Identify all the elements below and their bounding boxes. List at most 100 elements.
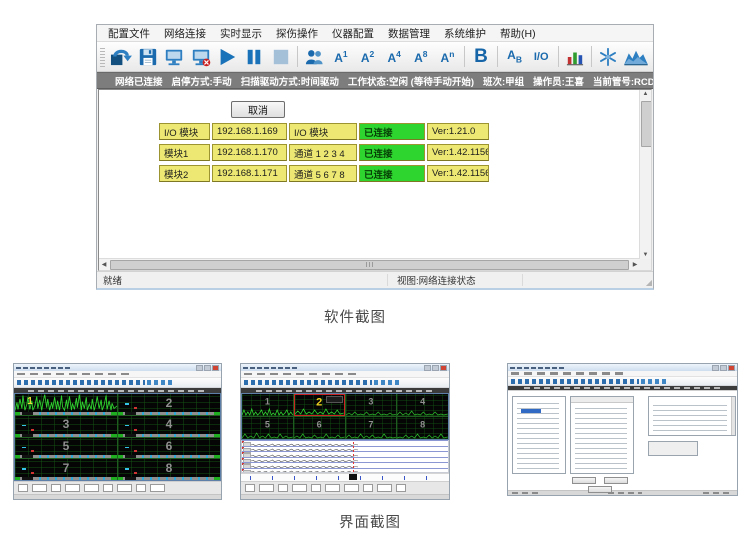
open-button[interactable]: [109, 44, 134, 69]
bscan-button[interactable]: B: [469, 44, 494, 69]
bar-chart-button[interactable]: [562, 44, 587, 69]
cancel-button[interactable]: 取消: [231, 101, 285, 118]
interface-thumbnail-stripchart: 1 2 3 4: [240, 363, 450, 500]
menu-bar: 配置文件 网络连接 实时显示 探伤操作 仪器配置 数据管理 系统维护 帮助(H): [97, 25, 653, 42]
freeze-button[interactable]: [596, 44, 621, 69]
ascan-2-button[interactable]: A2: [355, 44, 380, 69]
maximize-button[interactable]: [432, 365, 439, 371]
close-button[interactable]: [212, 365, 219, 371]
page: 配置文件 网络连接 实时显示 探伤操作 仪器配置 数据管理 系统维护 帮助(H): [0, 0, 750, 551]
spectrum-mountains-icon: [623, 48, 649, 66]
channels-cell: 通道 5 6 7 8: [289, 165, 357, 182]
close-button[interactable]: [440, 365, 447, 371]
statusbar-divider: [387, 274, 388, 286]
channel-panel-2: 2: [118, 394, 220, 415]
channel-panel-5: 5: [15, 438, 117, 459]
network-disconnect-button[interactable]: [188, 44, 213, 69]
scroll-thumb-grip: [366, 262, 374, 267]
menu-item-realtime-display[interactable]: 实时显示: [213, 26, 269, 41]
ip-address-cell: 192.168.1.170: [212, 144, 287, 161]
channel-number: 8: [118, 462, 220, 474]
thumb-menu-bar: [241, 371, 449, 378]
scroll-left-arrow[interactable]: ◀: [99, 262, 109, 268]
ruler-marker: [349, 474, 357, 480]
channel-number: 1: [27, 397, 33, 407]
scroll-down-arrow[interactable]: ▼: [640, 252, 651, 258]
open-folder-icon: [109, 47, 132, 67]
users-button[interactable]: [302, 44, 327, 69]
ab-scan-button[interactable]: AB: [502, 44, 527, 69]
channel-bar: [118, 477, 220, 480]
scroll-right-arrow[interactable]: ▶: [630, 262, 640, 268]
network-status-button[interactable]: [162, 44, 187, 69]
ip-address-cell: 192.168.1.171: [212, 165, 287, 182]
channel-bar: [15, 412, 117, 415]
module-name-cell: 模块1: [159, 144, 210, 161]
thumb-toolbar-icons: [244, 380, 372, 385]
channel-number: 7: [346, 421, 397, 430]
channel-panel-4: 4: [118, 416, 220, 437]
horizontal-scrollbar[interactable]: ◀ ▶: [99, 258, 640, 270]
vertical-scroll-thumb[interactable]: [641, 101, 652, 147]
ascan-n-button[interactable]: An: [435, 44, 460, 69]
menu-item-flaw-detection[interactable]: 探伤操作: [269, 26, 325, 41]
config-button-1[interactable]: [572, 477, 596, 484]
menu-item-network-connect[interactable]: 网络连接: [157, 26, 213, 41]
channel-number: 1: [242, 398, 293, 407]
pause-button[interactable]: [242, 44, 267, 69]
resize-grip-icon[interactable]: ◢: [646, 278, 652, 287]
statusbar-divider: [522, 274, 523, 286]
window-status-bar: 就绪 视图:网络连接状态 ◢: [97, 271, 653, 288]
parameter-list-panel: [570, 396, 634, 474]
minimize-button[interactable]: [712, 365, 719, 371]
thumb-menu-text: [511, 372, 623, 375]
thumb-toolbar: [14, 378, 221, 388]
thumb-title-bar: [14, 364, 221, 371]
thumb-title-text: [510, 367, 564, 369]
channel-bar: [15, 455, 117, 458]
minimize-button[interactable]: [196, 365, 203, 371]
waveform-trace: [242, 431, 293, 439]
tree-selected-item[interactable]: [521, 409, 541, 413]
channel-number: 6: [294, 421, 345, 430]
ascan-4-button[interactable]: A4: [382, 44, 407, 69]
menu-item-system-maintenance[interactable]: 系统维护: [437, 26, 493, 41]
vertical-scrollbar[interactable]: ▲ ▼: [639, 90, 651, 259]
config-button-2[interactable]: [604, 477, 628, 484]
minimize-button[interactable]: [424, 365, 431, 371]
thumb-statusbar: [508, 490, 737, 495]
channel-bar: [15, 477, 117, 480]
stop-button[interactable]: [268, 44, 293, 69]
properties-scrollbar[interactable]: [731, 397, 735, 435]
thumb-status-text: [28, 390, 206, 392]
start-button[interactable]: [215, 44, 240, 69]
channel-number: 6: [118, 440, 220, 452]
save-icon: [138, 47, 158, 67]
waveform-trace: [242, 408, 293, 416]
waveform-trace: [294, 431, 345, 439]
save-button[interactable]: [135, 44, 160, 69]
menu-item-data-management[interactable]: 数据管理: [381, 26, 437, 41]
menu-item-help[interactable]: 帮助(H): [493, 26, 543, 41]
toolbar-grip[interactable]: [100, 47, 105, 67]
thumb-title-text: [243, 367, 297, 369]
thumb-toolbar-icons: [511, 379, 639, 384]
channel-number: 5: [15, 440, 117, 452]
maximize-button[interactable]: [204, 365, 211, 371]
thumb-toolbar-icons: [641, 379, 667, 384]
horizontal-scroll-thumb[interactable]: [110, 260, 629, 270]
close-button[interactable]: [728, 365, 735, 371]
ready-status-text: 就绪: [97, 273, 122, 287]
ascan-8-button[interactable]: A8: [409, 44, 434, 69]
menu-item-instrument-config[interactable]: 仪器配置: [325, 26, 381, 41]
scroll-up-arrow[interactable]: ▲: [640, 91, 651, 97]
scan-cursor-line: [353, 440, 354, 472]
io-button[interactable]: I/O: [529, 44, 554, 69]
bar-chart-icon: [565, 48, 585, 66]
ascan-1-button[interactable]: A1: [329, 44, 354, 69]
maximize-button[interactable]: [720, 365, 727, 371]
start-mode-text: 启停方式:手动: [172, 74, 232, 88]
menu-item-config-file[interactable]: 配置文件: [101, 26, 157, 41]
spectrum-button[interactable]: [623, 44, 650, 69]
interface-screenshot-caption: 界面截图: [320, 511, 420, 532]
